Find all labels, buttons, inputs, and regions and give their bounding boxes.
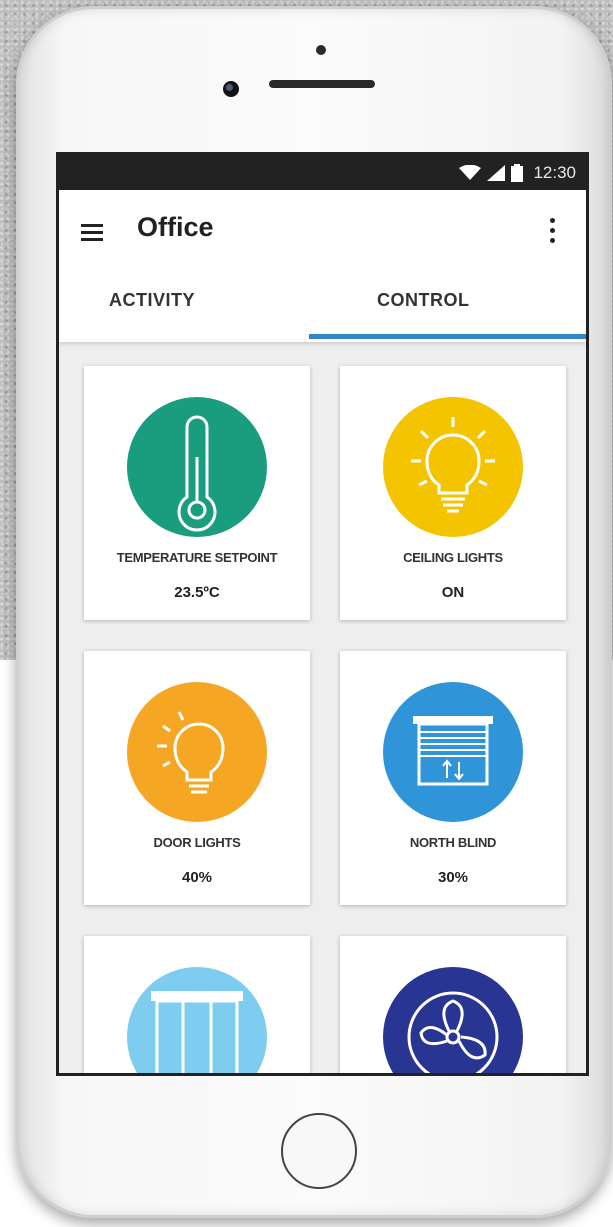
- page-title: Office: [137, 212, 214, 242]
- card-value: ON: [441, 584, 465, 601]
- front-camera-icon: [223, 81, 239, 97]
- card-value: 30%: [437, 869, 469, 886]
- status-bar: 12:30: [59, 155, 586, 190]
- blind-icon: [413, 716, 493, 786]
- card-value: 40%: [181, 869, 213, 886]
- card-ceiling-lights[interactable]: CEILING LIGHTS ON: [340, 366, 566, 620]
- thermometer-icon: [177, 415, 217, 532]
- window-blind-icon: [151, 991, 243, 1073]
- ceiling-lights-circle: [383, 397, 523, 537]
- window-blind-circle: [127, 967, 267, 1073]
- status-icons: 12:30: [459, 155, 576, 190]
- earpiece-speaker: [269, 80, 375, 88]
- card-window-blind[interactable]: [84, 936, 310, 1073]
- tab-control[interactable]: CONTROL: [377, 290, 470, 311]
- card-fan[interactable]: [340, 936, 566, 1073]
- card-temperature-setpoint[interactable]: TEMPERATURE SETPOINT 23.5ºC: [84, 366, 310, 620]
- home-button[interactable]: [281, 1113, 357, 1189]
- north-blind-circle: [383, 682, 523, 822]
- app-bar: Office ACTIVITY CONTROL: [59, 190, 586, 342]
- tab-active-indicator: [309, 334, 586, 339]
- phone-screen: 12:30 Office ACTIVITY CONTROL TEMPERATUR…: [56, 152, 589, 1076]
- temperature-circle: [127, 397, 267, 537]
- lightbulb-icon: [157, 711, 225, 794]
- card-label: CEILING LIGHTS: [403, 550, 503, 565]
- card-label: NORTH BLIND: [409, 835, 497, 850]
- wifi-icon: [459, 164, 482, 180]
- fan-icon: [407, 991, 499, 1073]
- lightbulb-icon: [411, 417, 495, 513]
- tab-activity[interactable]: ACTIVITY: [109, 290, 195, 311]
- fan-circle: [383, 967, 523, 1073]
- status-time: 12:30: [533, 162, 576, 182]
- card-label: DOOR LIGHTS: [153, 835, 241, 850]
- menu-icon[interactable]: [81, 224, 103, 242]
- door-lights-circle: [127, 682, 267, 822]
- signal-icon: [487, 164, 506, 181]
- more-vert-icon[interactable]: [548, 218, 556, 246]
- card-north-blind[interactable]: NORTH BLIND 30%: [340, 651, 566, 905]
- card-value: 23.5ºC: [174, 584, 220, 601]
- proximity-sensor: [316, 45, 326, 55]
- card-door-lights[interactable]: DOOR LIGHTS 40%: [84, 651, 310, 905]
- card-label: TEMPERATURE SETPOINT: [116, 550, 278, 565]
- battery-icon: [511, 163, 524, 182]
